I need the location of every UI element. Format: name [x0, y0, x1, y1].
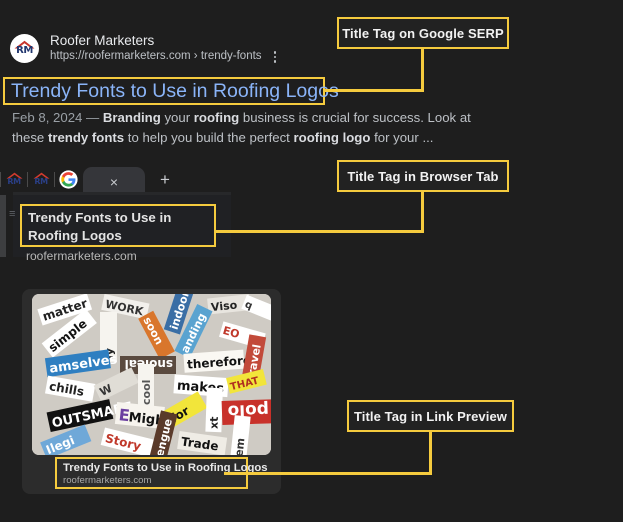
screenshot-canvas: RM Roofer Marketers https://roofermarket…	[0, 0, 623, 522]
browser-chrome: RM RM × + ≡ Trendy Fonts to Use in Roofi…	[0, 163, 300, 273]
callout-preview-connector-horizontal	[224, 472, 432, 475]
callout-serp: Title Tag on Google SERP	[337, 17, 509, 49]
pinned-tab-1[interactable]: RM	[1, 167, 27, 193]
link-preview-title: Trendy Fonts to Use in Roofing Logos	[63, 462, 268, 474]
svg-text:em: em	[232, 437, 247, 455]
callout-browser-tab: Title Tag in Browser Tab	[337, 160, 509, 192]
site-favicon: RM	[10, 33, 39, 63]
callout-link-preview: Title Tag in Link Preview	[347, 400, 514, 432]
svg-text:Viso: Viso	[210, 298, 238, 314]
favicon-monogram: RM	[16, 44, 33, 56]
serp-site-info: Roofer Marketers https://roofermarketers…	[50, 32, 279, 65]
pinned-tab-google[interactable]	[55, 167, 81, 193]
callout-tab-connector-horizontal	[214, 230, 424, 233]
roofer-marketers-favicon-icon: RM	[32, 170, 51, 189]
serp-title-link[interactable]: Trendy Fonts to Use in Roofing Logos	[11, 80, 339, 102]
serp-snippet: Feb 8, 2024 — Branding your roofing busi…	[12, 108, 494, 148]
link-preview-domain: roofermarketers.com	[63, 475, 152, 486]
snippet-date: Feb 8, 2024 —	[12, 110, 103, 125]
link-preview-text-highlight-box: Trendy Fonts to Use in Roofing Logos roo…	[55, 457, 268, 489]
serp-url-row: https://roofermarketers.com › trendy-fon…	[50, 49, 279, 65]
callout-tab-connector-vertical	[421, 191, 424, 233]
callout-serp-connector-horizontal	[325, 89, 424, 92]
link-preview-card[interactable]: matter WORK indoor Viso q simple ly soon…	[22, 289, 281, 494]
link-preview-thumbnail: matter WORK indoor Viso q simple ly soon…	[32, 294, 271, 455]
svg-text:xt: xt	[207, 416, 220, 429]
google-g-icon	[58, 170, 78, 189]
serp-breadcrumb-url: https://roofermarketers.com › trendy-fon…	[50, 50, 262, 63]
close-tab-icon[interactable]: ×	[110, 175, 118, 189]
tab-tooltip-domain: roofermarketers.com	[26, 249, 137, 263]
word-clippings-collage-image: matter WORK indoor Viso q simple ly soon…	[32, 294, 271, 455]
tab-tooltip-title: Trendy Fonts to Use in Roofing Logos	[28, 210, 172, 243]
svg-text:cool: cool	[140, 380, 153, 405]
page-edge-strip	[0, 195, 6, 257]
pinned-tab-2[interactable]: RM	[28, 167, 54, 193]
callout-serp-connector-vertical	[421, 48, 424, 92]
callout-preview-connector-vertical	[429, 431, 432, 475]
serp-site-name: Roofer Marketers	[50, 33, 155, 48]
new-tab-button[interactable]: +	[151, 166, 179, 194]
background-page-text: ≡	[9, 208, 16, 220]
roofer-marketers-favicon-icon: RM	[5, 170, 24, 189]
serp-title-highlight-box: Trendy Fonts to Use in Roofing Logos	[3, 77, 339, 105]
kebab-menu-icon[interactable]	[271, 49, 280, 65]
tab-tooltip-title-highlight-box: Trendy Fonts to Use in Roofing Logos	[20, 204, 216, 247]
